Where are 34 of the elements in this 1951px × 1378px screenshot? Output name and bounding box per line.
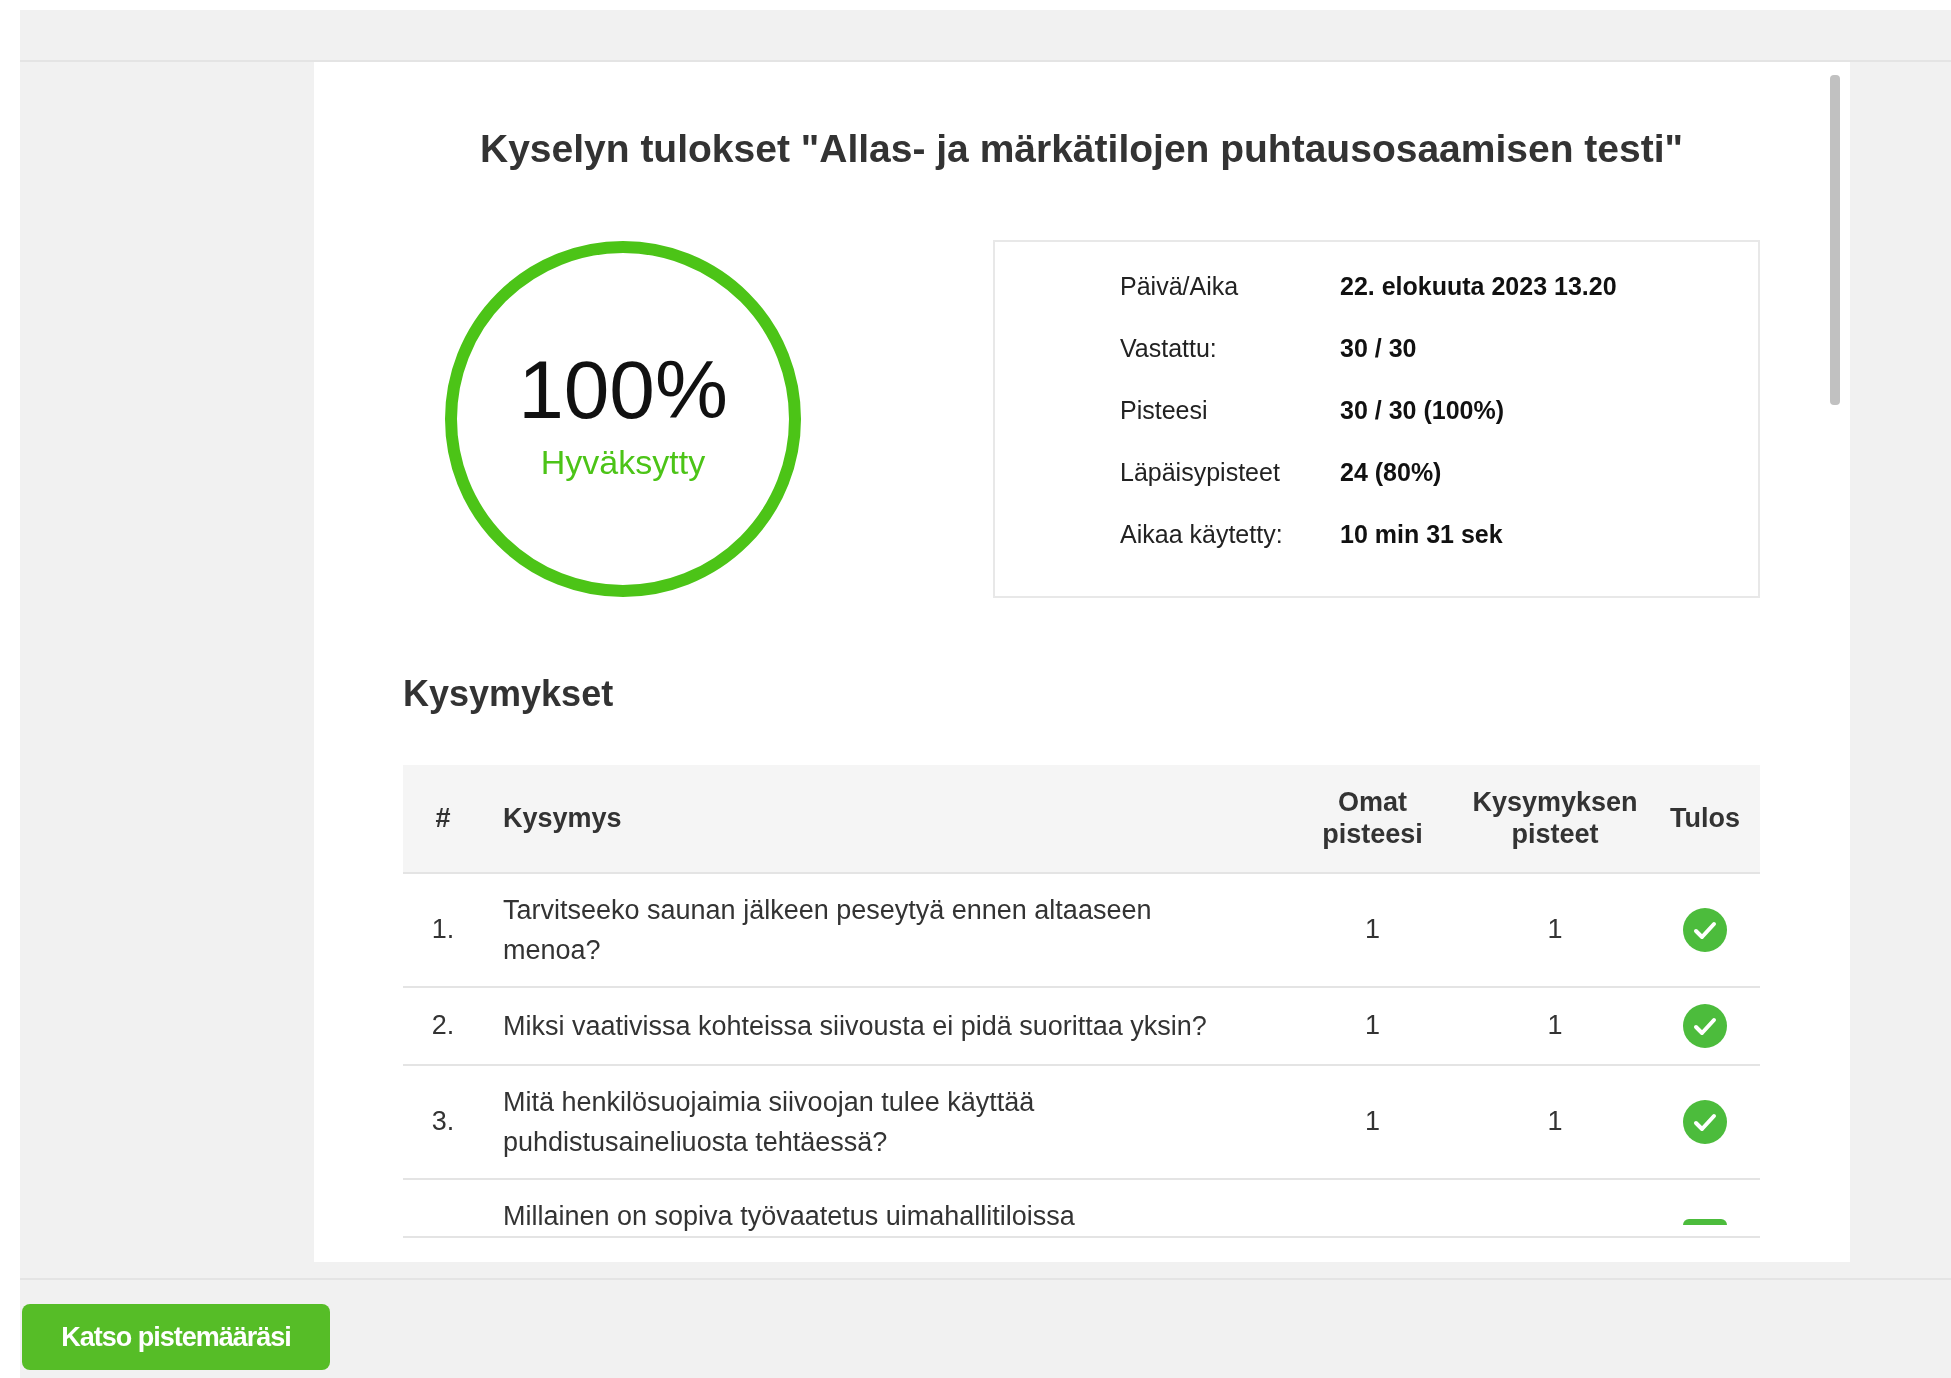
row-number: 2. (431, 1010, 455, 1041)
question-points: 1 (1547, 914, 1563, 945)
question-text: Mitä henkilösuojaimia siivoojan tulee käyttää puhdistusaineliuosta tehtäessä? (503, 1086, 1035, 1157)
detail-value: 22. elokuuta 2023 13.20 (1340, 270, 1617, 302)
column-header: Omat pisteesi (1285, 764, 1460, 873)
detail-label: Pisteesi (1120, 394, 1209, 426)
column-header: # (403, 764, 483, 873)
scrollbar-thumb[interactable] (1830, 75, 1840, 405)
row-number: 1. (431, 914, 455, 945)
pass-status: Hyväksytty (540, 442, 706, 483)
column-header: Tulos (1650, 764, 1760, 873)
detail-value: 30 / 30 (100%) (1340, 394, 1504, 426)
own-points: 1 (1365, 1010, 1380, 1041)
question-text: Millainen on sopiva työvaatetus uimahallitiloissa (503, 1200, 1075, 1231)
question-text: Tarvitseeko saunan jälkeen peseytyä ennen altaaseen menoa? (503, 894, 1152, 965)
column-header: Kysymys (483, 764, 1285, 873)
detail-label: Aikaa käytetty: (1120, 518, 1284, 550)
detail-label: Läpäisypisteet (1120, 456, 1281, 488)
own-points: 1 (1365, 1106, 1380, 1137)
score-percent: 100% (518, 349, 728, 431)
own-points: 1 (1365, 914, 1380, 945)
question-points: 1 (1547, 1010, 1563, 1041)
detail-value: 10 min 31 sek (1340, 518, 1503, 550)
detail-label: Vastattu: (1120, 332, 1218, 364)
question-text: Miksi vaativissa kohteissa siivousta ei pidä suorittaa yksin? (503, 1010, 1207, 1041)
view-score-button[interactable]: Katso pistemääräsi (22, 1304, 330, 1370)
detail-value: 30 / 30 (1340, 332, 1417, 364)
page-title: Kyselyn tulokset "Allas- ja märkätilojen puhtausosaamisen testi" (478, 126, 1684, 172)
question-points: 1 (1547, 1106, 1563, 1137)
detail-value: 24 (80%) (1340, 456, 1442, 488)
section-heading: Kysymykset (403, 671, 615, 716)
row-number: 3. (431, 1106, 455, 1137)
column-header: Kysymyksen pisteet (1460, 764, 1650, 873)
detail-label: Päivä/Aika (1120, 270, 1240, 302)
